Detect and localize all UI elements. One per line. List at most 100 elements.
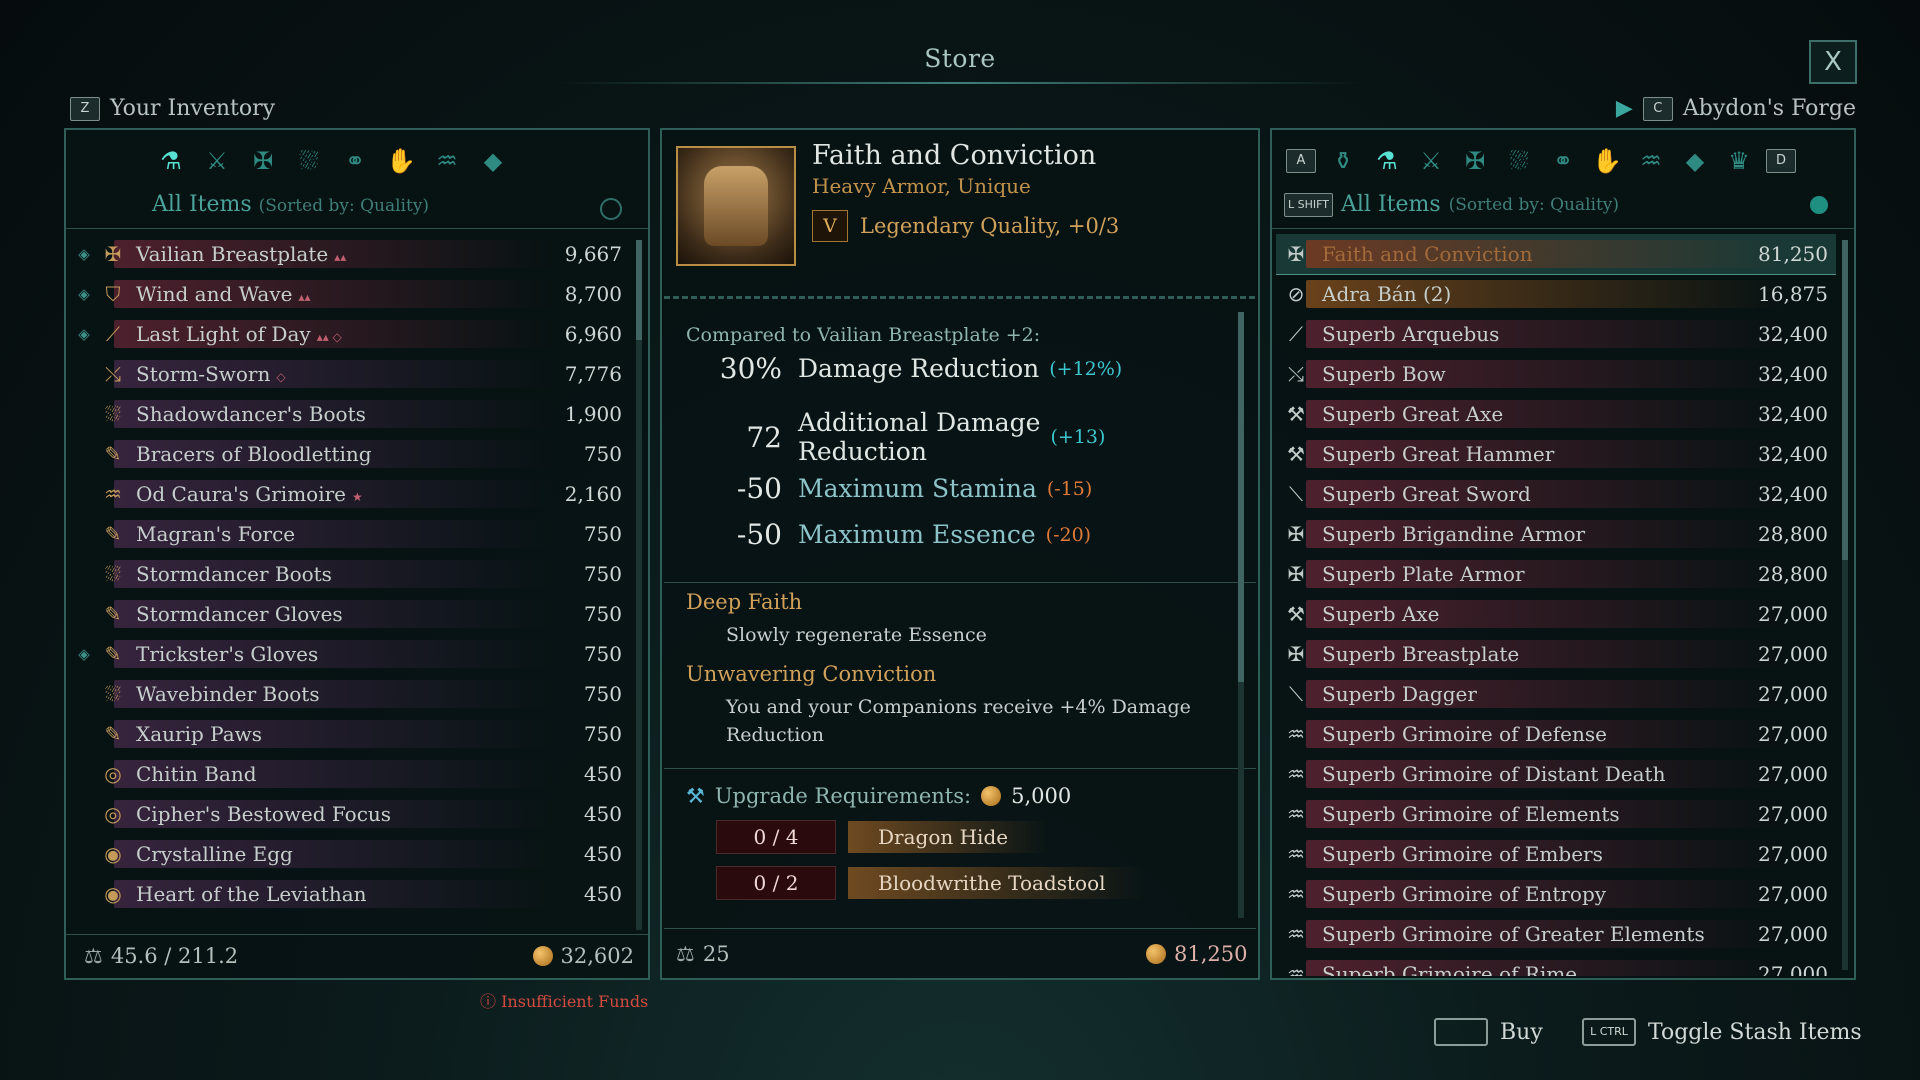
list-item[interactable]: ◈ ⛉ Wind and Wave ▴▴ 8,700 [72, 274, 630, 314]
item-weight: ⚖ 25 [676, 942, 730, 966]
item-name: Heart of the Leviathan [136, 882, 532, 906]
inventory-scrollbar[interactable] [636, 240, 642, 930]
item-name-text: Adra Bán (2) [1322, 282, 1452, 306]
item-icon: ♒ [1287, 802, 1305, 826]
vendor-sort-label[interactable]: L SHIFT All Items (Sorted by: Quality) [1284, 192, 1619, 217]
list-item[interactable]: ◉ Heart of the Leviathan 450 [72, 874, 630, 914]
filter-icon[interactable] [600, 198, 622, 220]
grimoire-icon[interactable]: ♒ [430, 144, 464, 178]
gloves-icon[interactable]: ✋ [1590, 144, 1624, 178]
quality-badge: V [812, 210, 848, 242]
armor-icon[interactable]: ✠ [1458, 144, 1492, 178]
item-name-text: Superb Dagger [1322, 682, 1477, 706]
item-name: Superb Grimoire of Rime [1322, 962, 1738, 976]
list-item[interactable]: ◈ ⟋ Last Light of Day ▴▴ ◇ 6,960 [72, 314, 630, 354]
list-item[interactable]: ⟍ Superb Great Sword 32,400 [1276, 474, 1836, 514]
item-name: Wavebinder Boots [136, 682, 532, 706]
list-item[interactable]: ✠ Superb Plate Armor 28,800 [1276, 554, 1836, 594]
item-icon: ✎ [104, 602, 122, 626]
list-item[interactable]: ⤯ Storm-Sworn ◇ 7,776 [72, 354, 630, 394]
item-icon: ✠ [104, 242, 122, 266]
item-icon: ✠ [1287, 242, 1305, 266]
stat-value: 72 [746, 420, 782, 454]
list-item[interactable]: ✠ Superb Brigandine Armor 28,800 [1276, 514, 1836, 554]
item-name: Superb Grimoire of Defense [1322, 722, 1738, 746]
boots-icon[interactable]: ⛆ [1502, 144, 1536, 178]
list-item[interactable]: ⚒ Superb Great Axe 32,400 [1276, 394, 1836, 434]
material-row-2: 0 / 2 Bloodwrithe Toadstool [716, 866, 1146, 900]
list-item[interactable]: ♒ Superb Grimoire of Embers 27,000 [1276, 834, 1836, 874]
close-button[interactable]: X [1809, 40, 1857, 84]
crown-icon[interactable]: ♛ [1722, 144, 1756, 178]
all-items-icon[interactable]: ⚗ [1370, 144, 1404, 178]
item-name-text: Xaurip Paws [136, 722, 263, 746]
list-item[interactable]: ♒ Superb Grimoire of Defense 27,000 [1276, 714, 1836, 754]
list-item[interactable]: ⊘ Adra Bán (2) 16,875 [1276, 274, 1836, 314]
list-item[interactable]: ⚒ Superb Axe 27,000 [1276, 594, 1836, 634]
list-item[interactable]: ♒ Superb Grimoire of Elements 27,000 [1276, 794, 1836, 834]
list-item[interactable]: ✎ Bracers of Bloodletting 750 [72, 434, 630, 474]
list-item[interactable]: ⛆ Wavebinder Boots 750 [72, 674, 630, 714]
list-item[interactable]: ✎ Magran's Force 750 [72, 514, 630, 554]
filter-icon[interactable] [1810, 196, 1828, 214]
detail-scrollbar[interactable] [1238, 312, 1244, 918]
list-item[interactable]: ⛆ Shadowdancer's Boots 1,900 [72, 394, 630, 434]
gems-icon[interactable]: ◆ [1678, 144, 1712, 178]
boots-icon[interactable]: ⛆ [292, 144, 326, 178]
item-icon: ⛆ [105, 562, 121, 586]
favorite-icon: ◈ [78, 645, 90, 663]
list-item[interactable]: ⤯ Superb Bow 32,400 [1276, 354, 1836, 394]
armor-icon[interactable]: ✠ [246, 144, 280, 178]
list-item[interactable]: ✎ Xaurip Paws 750 [72, 714, 630, 754]
anvil-icon: ⚒ [686, 784, 705, 808]
item-name: Superb Grimoire of Distant Death [1322, 762, 1738, 786]
vendor-list: ✠ Faith and Conviction 81,250 ⊘ Adra Bán (2)… [1276, 234, 1836, 976]
list-item[interactable]: ♒ Superb Grimoire of Distant Death 27,000 [1276, 754, 1836, 794]
item-name: Superb Grimoire of Greater Elements [1322, 922, 1738, 946]
list-item[interactable]: ◈ ✠ Vailian Breastplate ▴▴ 9,667 [72, 234, 630, 274]
item-name: Cipher's Bestowed Focus [136, 802, 532, 826]
stat-label-text: Maximum Stamina [798, 474, 1037, 503]
potion-icon[interactable]: ⚱ [1326, 144, 1360, 178]
list-item[interactable]: ♒ Superb Grimoire of Rime 27,000 [1276, 954, 1836, 976]
buy-prompt[interactable]: Buy [1434, 1018, 1543, 1046]
list-item[interactable]: ◎ Chitin Band 450 [72, 754, 630, 794]
weapons-icon[interactable]: ⚔ [200, 144, 234, 178]
list-item[interactable]: ✠ Superb Breastplate 27,000 [1276, 634, 1836, 674]
list-item[interactable]: ✎ Stormdancer Gloves 750 [72, 594, 630, 634]
list-item[interactable]: ⚒ Superb Great Hammer 32,400 [1276, 434, 1836, 474]
list-item[interactable]: ◈ ✎ Trickster's Gloves 750 [72, 634, 630, 674]
all-items-icon[interactable]: ⚗ [154, 144, 188, 178]
list-item[interactable]: ◉ Crystalline Egg 450 [72, 834, 630, 874]
list-item[interactable]: ⟍ Superb Dagger 27,000 [1276, 674, 1836, 714]
compare-label: Compared to Vailian Breastplate +2: [686, 324, 1041, 346]
list-item[interactable]: ⛆ Stormdancer Boots 750 [72, 554, 630, 594]
warning-text: Insufficient Funds [501, 992, 649, 1011]
item-price: 9,667 [564, 242, 622, 266]
item-icon: ♒ [1287, 922, 1305, 946]
vendor-scrollbar[interactable] [1842, 240, 1848, 970]
list-item[interactable]: ◎ Cipher's Bestowed Focus 450 [72, 794, 630, 834]
weapons-icon[interactable]: ⚔ [1414, 144, 1448, 178]
perk-name-2: Unwavering Conviction [686, 662, 937, 686]
grimoire-icon[interactable]: ♒ [1634, 144, 1668, 178]
item-name: Trickster's Gloves [136, 642, 532, 666]
item-price: 27,000 [1758, 722, 1828, 746]
gloves-icon[interactable]: ✋ [384, 144, 418, 178]
item-name-text: Superb Grimoire of Rime [1322, 962, 1578, 976]
stat-label: Additional Damage Reduction [798, 408, 1040, 466]
inventory-footer-divider [66, 934, 648, 935]
list-item[interactable]: ♒ Superb Grimoire of Greater Elements 27,0… [1276, 914, 1836, 954]
accessories-icon[interactable]: ⚭ [1546, 144, 1580, 178]
list-item[interactable]: ✠ Faith and Conviction 81,250 [1276, 234, 1836, 275]
sort-label-text: All Items [1340, 192, 1441, 217]
list-item[interactable]: ♒ Superb Grimoire of Entropy 27,000 [1276, 874, 1836, 914]
list-item[interactable]: ♒ Od Caura's Grimoire ★ 2,160 [72, 474, 630, 514]
item-name-text: Stormdancer Gloves [136, 602, 343, 626]
toggle-stash-prompt[interactable]: L CTRL Toggle Stash Items [1582, 1018, 1862, 1046]
accessories-icon[interactable]: ⚭ [338, 144, 372, 178]
inventory-sort-label[interactable]: All Items (Sorted by: Quality) [152, 192, 429, 217]
gems-icon[interactable]: ◆ [476, 144, 510, 178]
list-item[interactable]: ⟋ Superb Arquebus 32,400 [1276, 314, 1836, 354]
item-name: Superb Axe [1322, 602, 1738, 626]
